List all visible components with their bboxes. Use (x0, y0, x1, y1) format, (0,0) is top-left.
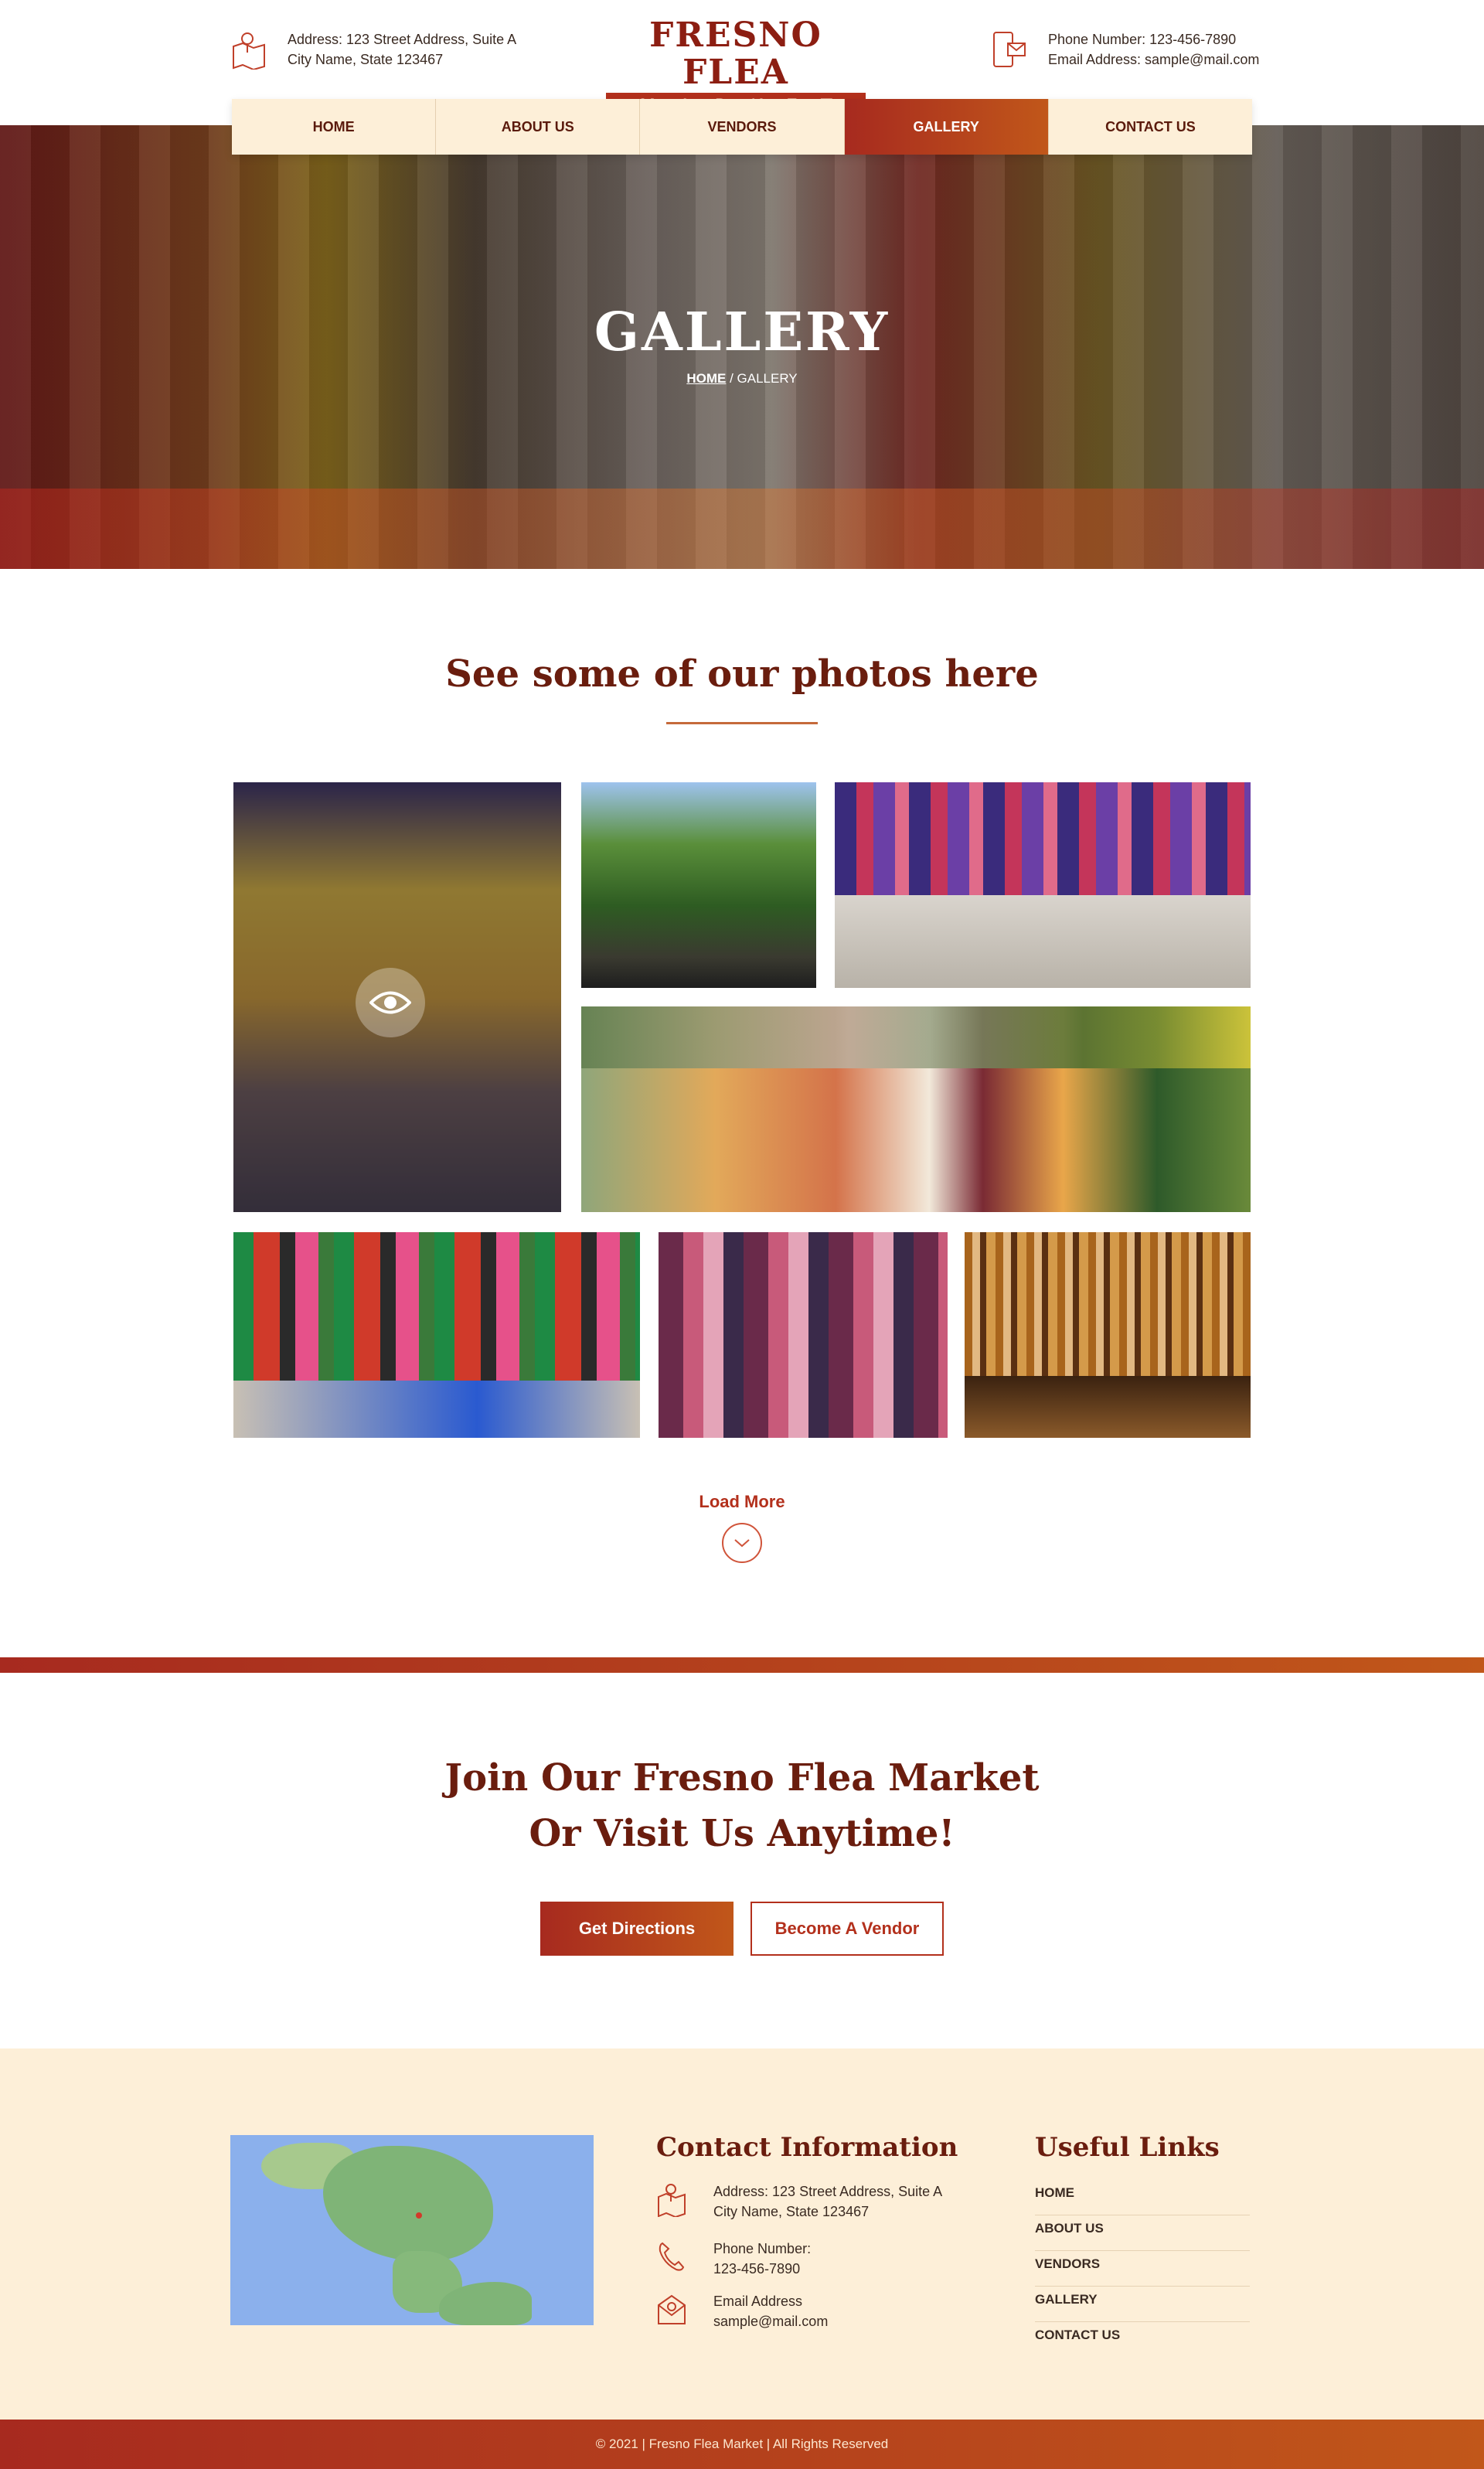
nav-gallery[interactable]: GALLERY (844, 99, 1049, 155)
photo-image-boots (965, 1376, 1251, 1438)
footer-email-value[interactable]: sample@mail.com (713, 2311, 828, 2331)
gallery-photo-belts-boots[interactable] (965, 1232, 1251, 1438)
photo-image-ground (835, 895, 1251, 988)
footer-address: Address: 123 Street Address, Suite A Cit… (656, 2181, 942, 2222)
heading-underline (666, 722, 818, 724)
footer-link-vendors[interactable]: VENDORS (1035, 2251, 1250, 2287)
site-footer: Contact Information Address: 123 Street … (0, 2048, 1484, 2420)
load-more-button[interactable]: Load More (699, 1492, 785, 1512)
location-map[interactable] (230, 2135, 594, 2325)
footer-address-line2: City Name, State 123467 (713, 2204, 870, 2219)
footer-phone-label: Phone Number: (713, 2241, 812, 2256)
footer-email-label: Email Address (713, 2294, 803, 2309)
photo-image (659, 1232, 948, 1438)
map-land (323, 2146, 493, 2262)
nav-vendors[interactable]: VENDORS (640, 99, 845, 155)
useful-links-list: HOME ABOUT US VENDORS GALLERY CONTACT US (1035, 2180, 1250, 2358)
nav-contact-us[interactable]: CONTACT US (1048, 99, 1253, 155)
gallery-photo-plants[interactable] (581, 782, 816, 988)
footer-address-line1: Address: 123 Street Address, Suite A (713, 2184, 943, 2199)
footer-link-gallery[interactable]: GALLERY (1035, 2287, 1250, 2322)
gallery-photo-produce[interactable] (581, 1006, 1251, 1212)
useful-links-heading: Useful Links (1035, 2132, 1220, 2163)
section-divider (0, 1657, 1484, 1673)
gallery-photo-dresses[interactable] (233, 1232, 640, 1438)
view-photo-button[interactable] (356, 968, 425, 1037)
footer-link-home[interactable]: HOME (1035, 2180, 1250, 2215)
load-more: Load More (0, 1492, 1484, 1563)
map-pin-icon (416, 2212, 422, 2219)
become-vendor-button[interactable]: Become A Vendor (751, 1902, 944, 1956)
footer-link-about-us[interactable]: ABOUT US (1035, 2215, 1250, 2251)
gallery-photo-mannequins[interactable] (659, 1232, 948, 1438)
photo-image-table (233, 1380, 640, 1438)
copyright-bar: © 2021 | Fresno Flea Market | All Rights… (0, 2420, 1484, 2469)
cta-heading: Join Our Fresno Flea Market Or Visit Us … (0, 1750, 1484, 1861)
eye-icon (369, 991, 411, 1014)
cta-heading-line1: Join Our Fresno Flea Market (444, 1756, 1040, 1800)
photo-image-top (581, 1006, 1251, 1068)
footer-link-contact-us[interactable]: CONTACT US (1035, 2322, 1250, 2358)
get-directions-button[interactable]: Get Directions (540, 1902, 733, 1956)
gallery-photo-clothing-shoppers[interactable] (835, 782, 1251, 988)
gallery-heading: See some of our photos here (445, 652, 1039, 696)
main-nav: HOME ABOUT US VENDORS GALLERY CONTACT US (232, 99, 1253, 155)
footer-email: Email Address sample@mail.com (656, 2291, 828, 2331)
phone-icon (659, 2242, 685, 2271)
footer-phone-value[interactable]: 123-456-7890 (713, 2259, 811, 2279)
chevron-down-icon (734, 1539, 750, 1548)
envelope-icon (658, 2294, 686, 2324)
nav-about-us[interactable]: ABOUT US (436, 99, 641, 155)
photo-image (581, 782, 816, 988)
map-pin-icon (658, 2184, 686, 2217)
cta-buttons: Get Directions Become A Vendor (0, 1902, 1484, 1956)
gallery-photo-boba-truck[interactable] (233, 782, 561, 1212)
footer-phone: Phone Number: 123-456-7890 (656, 2239, 811, 2279)
nav-home[interactable]: HOME (232, 99, 437, 155)
cta-heading-line2: Or Visit Us Anytime! (529, 1812, 955, 1855)
page-body: See some of our photos here Load More Jo… (0, 0, 1484, 2469)
contact-info-heading: Contact Information (656, 2132, 958, 2163)
load-more-arrow-button[interactable] (722, 1523, 762, 1563)
